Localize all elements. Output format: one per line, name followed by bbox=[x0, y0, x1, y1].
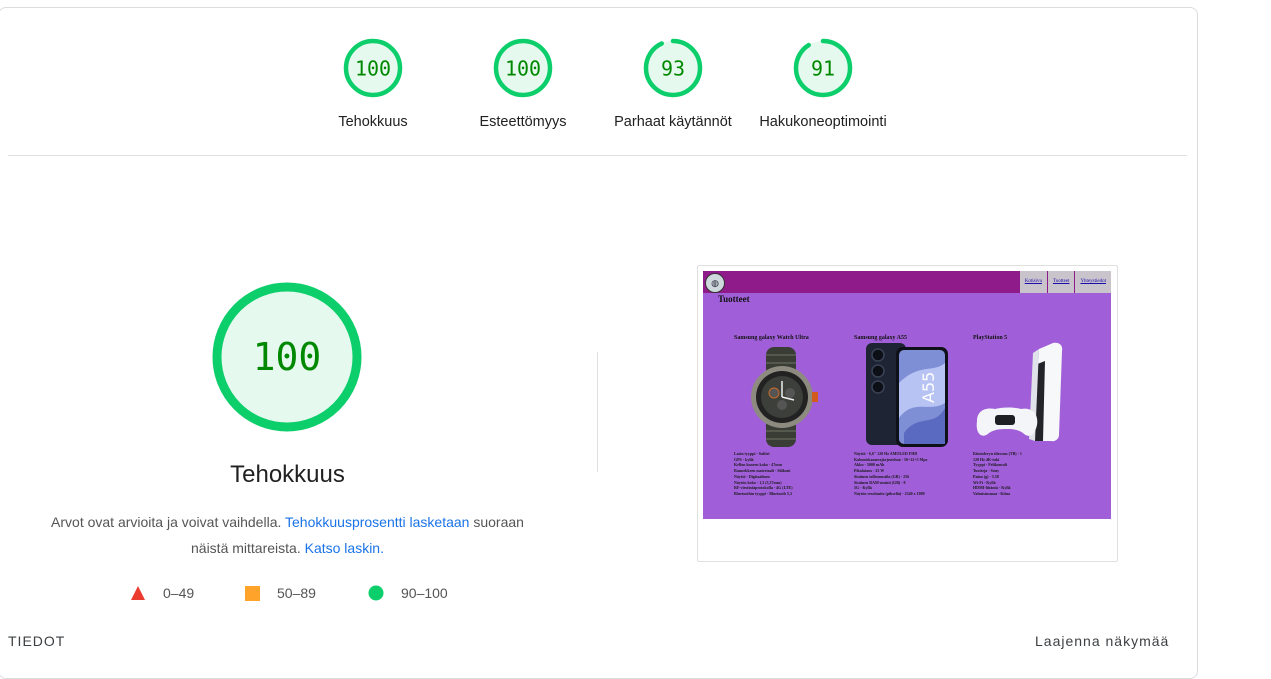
gauge-performance[interactable]: 100 Tehokkuus bbox=[293, 37, 453, 130]
category-gauges: 100 Tehokkuus 100 Esteettömyys 93 Parhaa… bbox=[0, 0, 1271, 150]
gauge-seo[interactable]: 91 Hakukoneoptimointi bbox=[743, 37, 903, 130]
gauge-label: Esteettömyys bbox=[479, 114, 567, 130]
page-screenshot: ◍ Kotisivu Tuotteet Yhteystiedot Tuottee… bbox=[703, 271, 1111, 519]
gauge-accessibility[interactable]: 100 Esteettömyys bbox=[443, 37, 603, 130]
globe-logo-icon: ◍ bbox=[705, 273, 725, 293]
expand-view-toggle[interactable]: Laajenna näkymää bbox=[1035, 633, 1169, 649]
spec-line: Bluetoothin tyyppi - Bluetooth 5,3 bbox=[734, 490, 792, 496]
square-icon bbox=[245, 585, 260, 601]
legend-range: 90–100 bbox=[401, 585, 448, 601]
legend-pass: 90–100 bbox=[368, 585, 448, 601]
phone-model-text: A55 bbox=[919, 372, 938, 403]
smartphone-image: A55 bbox=[866, 343, 948, 447]
score-calculation-link[interactable]: Tehokkuusprosentti lasketaan bbox=[285, 514, 469, 530]
desc-text: Arvot ovat arvioita ja voivat vaihdella. bbox=[51, 514, 286, 530]
legend-range: 0–49 bbox=[163, 585, 195, 601]
nav-link: Yhteystiedot bbox=[1074, 271, 1111, 293]
spec-line: Valmistusmaa - Kiina bbox=[973, 490, 1010, 496]
triangle-icon bbox=[131, 586, 145, 600]
score-value: 91 bbox=[811, 57, 835, 81]
calculator-link[interactable]: Katso laskin. bbox=[305, 540, 384, 556]
nav-link: Tuotteet bbox=[1046, 271, 1075, 293]
legend-range: 50–89 bbox=[277, 585, 316, 601]
screenshot-page-title: Tuotteet bbox=[718, 294, 750, 304]
score-ring: 91 bbox=[793, 38, 853, 98]
main-score-ring: 100 bbox=[212, 282, 362, 432]
gauge-label: Hakukoneoptimointi bbox=[759, 114, 887, 130]
screenshot-nav: Kotisivu Tuotteet Yhteystiedot bbox=[1018, 271, 1111, 293]
product-specs: Kiintolevyn tilavuus (TB) - 1 120 Hz 4K-… bbox=[973, 451, 1093, 497]
score-description: Arvot ovat arvioita ja voivat vaihdella.… bbox=[40, 509, 535, 561]
product-specs: Näyttö - 6,6" 120 Hz AMOLED FHD Kolmoisk… bbox=[854, 451, 974, 497]
gauge-label: Tehokkuus bbox=[338, 114, 408, 130]
main-score-value: 100 bbox=[253, 335, 322, 379]
product-name: Samsung galaxy Watch Ultra bbox=[734, 335, 809, 341]
page-screenshot-frame[interactable]: ◍ Kotisivu Tuotteet Yhteystiedot Tuottee… bbox=[697, 265, 1118, 562]
product-phone: Samsung galaxy A55 A55 Näyttö - 6,6" 120… bbox=[854, 335, 966, 496]
product-watch: Samsung galaxy Watch Ultra Lasin tyyppi … bbox=[734, 335, 846, 496]
circle-icon bbox=[368, 585, 384, 601]
score-value: 93 bbox=[661, 57, 685, 81]
main-performance-gauge: 100 bbox=[210, 280, 364, 439]
gauge-best-practices[interactable]: 93 Parhaat käytännöt bbox=[593, 37, 753, 130]
smartwatch-image bbox=[751, 347, 818, 447]
score-ring: 93 bbox=[643, 38, 703, 98]
gauge-label: Parhaat käytännöt bbox=[614, 114, 732, 130]
legend-average: 50–89 bbox=[245, 585, 316, 601]
spec-line: Näytön resoluutio (pikseliä) - 2340 x 10… bbox=[854, 490, 925, 496]
score-ring: 100 bbox=[343, 38, 403, 98]
score-value: 100 bbox=[505, 57, 541, 81]
score-legend: 0–49 50–89 90–100 bbox=[0, 585, 575, 605]
screenshot-header: ◍ Kotisivu Tuotteet Yhteystiedot bbox=[703, 271, 1111, 293]
header-divider bbox=[8, 155, 1187, 156]
legend-fail: 0–49 bbox=[130, 585, 194, 601]
score-ring: 100 bbox=[493, 38, 553, 98]
game-console-image bbox=[976, 342, 1063, 442]
product-specs: Lasin tyyppi - Safiiri GPS - kyllä Kello… bbox=[734, 451, 854, 497]
vertical-divider bbox=[597, 352, 598, 472]
details-heading: TIEDOT bbox=[8, 633, 66, 649]
main-category-title: Tehokkuus bbox=[230, 461, 345, 488]
product-name: Samsung galaxy A55 bbox=[854, 335, 908, 341]
product-console: PlayStation 5 Kiintolevyn tilavuus (TB) … bbox=[973, 335, 1085, 496]
score-value: 100 bbox=[355, 57, 391, 81]
nav-link: Kotisivu bbox=[1018, 271, 1047, 293]
